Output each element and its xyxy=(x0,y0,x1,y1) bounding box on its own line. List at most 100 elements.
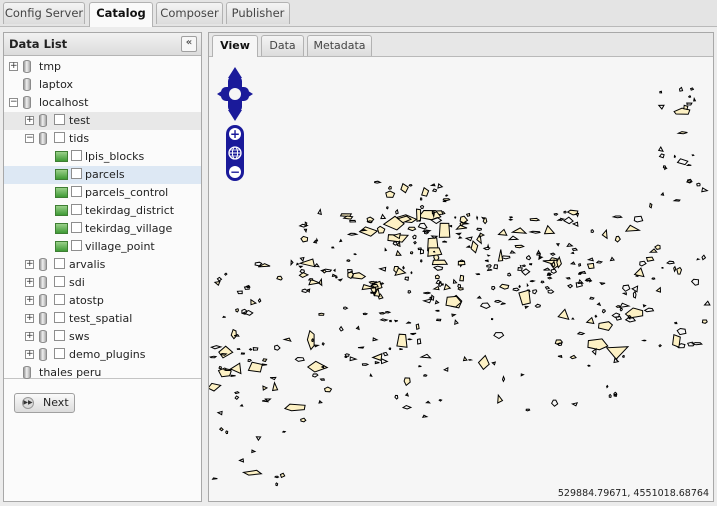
tree-item-localhost[interactable]: − localhost xyxy=(4,94,201,112)
parcel-polygon xyxy=(389,319,392,323)
tree-item-sdi[interactable]: + sdi xyxy=(4,274,201,292)
tree-item-parcels[interactable]: parcels xyxy=(4,166,201,184)
parcel-polygon xyxy=(569,261,576,265)
parcel-polygon xyxy=(577,272,583,275)
parcel-polygon xyxy=(333,268,336,273)
expand-icon[interactable]: + xyxy=(25,278,34,287)
double-chevron-left-icon[interactable]: « xyxy=(181,36,197,52)
parcel-polygon xyxy=(497,393,504,404)
expand-icon[interactable]: + xyxy=(25,296,34,305)
tab-metadata[interactable]: Metadata xyxy=(307,35,372,56)
collapse-icon[interactable]: − xyxy=(25,134,34,143)
data-list-panel: Data List « + tmp laptox − localhost + test − ti… xyxy=(3,32,202,502)
tree-item-tids[interactable]: − tids xyxy=(4,130,201,148)
layer-checkbox[interactable] xyxy=(54,132,65,143)
parcel-polygon xyxy=(419,353,432,359)
tree-item-village-point[interactable]: village_point xyxy=(4,238,201,256)
tree-item-test[interactable]: + test xyxy=(4,112,201,130)
layer-checkbox[interactable] xyxy=(71,186,82,197)
tree-item-label: laptox xyxy=(39,78,73,91)
expand-icon[interactable]: + xyxy=(25,350,34,359)
tree-item-label: sdi xyxy=(69,276,85,289)
tree-item-demo-plugins[interactable]: + demo_plugins xyxy=(4,346,201,364)
parcel-polygon xyxy=(431,259,449,266)
parcel-polygon xyxy=(209,345,223,350)
map-panel: View Data Metadata + − 529884.79671, 455… xyxy=(208,32,714,502)
parcel-polygon xyxy=(563,210,567,214)
parcel-polygon xyxy=(476,215,479,221)
tree-item-sws[interactable]: + sws xyxy=(4,328,201,346)
tree-item-tmp[interactable]: + tmp xyxy=(4,58,201,76)
tree-item-laptox[interactable]: laptox xyxy=(4,76,201,94)
layer-checkbox[interactable] xyxy=(54,348,65,359)
parcel-polygon xyxy=(486,254,491,257)
parcel-polygon xyxy=(251,449,257,454)
tree-item-tekirdag-village[interactable]: tekirdag_village xyxy=(4,220,201,238)
expand-icon[interactable]: + xyxy=(9,62,18,71)
parcel-polygon xyxy=(457,260,466,266)
tree-item-lpis-blocks[interactable]: lpis_blocks xyxy=(4,148,201,166)
parcel-polygon xyxy=(565,276,571,280)
parcel-polygon xyxy=(594,314,598,318)
layer-checkbox[interactable] xyxy=(54,276,65,287)
parcel-polygon xyxy=(614,315,623,321)
parcel-polygon xyxy=(661,267,664,269)
tree-item-arvalis[interactable]: + arvalis xyxy=(4,256,201,274)
map-viewport[interactable]: + − 529884.79671, 4551018.68764 xyxy=(209,57,713,501)
next-button[interactable]: ▶▶ Next xyxy=(14,393,75,413)
tree-item-atostp[interactable]: + atostp xyxy=(4,292,201,310)
parcel-polygon xyxy=(371,352,383,362)
parcel-polygon xyxy=(429,183,436,187)
collapse-icon[interactable]: − xyxy=(9,98,18,107)
tree-item-thales-peru[interactable]: thales peru xyxy=(4,364,201,382)
parcel-polygon xyxy=(317,208,322,216)
parcel-polygon xyxy=(703,300,711,306)
layer-checkbox[interactable] xyxy=(71,168,82,179)
expand-icon[interactable]: + xyxy=(25,260,34,269)
tab-data[interactable]: Data xyxy=(261,35,304,56)
parcel-polygon xyxy=(621,292,627,296)
tree-item-test-spatial[interactable]: + test_spatial xyxy=(4,310,201,328)
layer-checkbox[interactable] xyxy=(71,222,82,233)
tab-publisher[interactable]: Publisher xyxy=(226,2,290,24)
data-list-header: Data List « xyxy=(4,33,201,56)
parcel-polygon xyxy=(555,243,560,247)
parcel-polygon xyxy=(622,354,625,358)
layer-checkbox[interactable] xyxy=(54,330,65,341)
layer-checkbox[interactable] xyxy=(54,294,65,305)
expand-icon[interactable]: + xyxy=(25,332,34,341)
layer-checkbox[interactable] xyxy=(71,204,82,215)
layer-checkbox[interactable] xyxy=(71,240,82,251)
database-icon xyxy=(39,258,47,271)
tree-item-tekirdag-district[interactable]: tekirdag_district xyxy=(4,202,201,220)
tab-config-server[interactable]: Config Server xyxy=(3,2,85,24)
layer-checkbox[interactable] xyxy=(54,114,65,125)
parcel-polygon xyxy=(234,391,240,395)
layer-checkbox[interactable] xyxy=(54,258,65,269)
parcel-polygon xyxy=(394,394,399,400)
parcel-polygon xyxy=(479,232,486,238)
zoom-out-label: − xyxy=(230,165,240,179)
parcel-polygon xyxy=(357,346,365,349)
parcel-polygon xyxy=(491,361,497,366)
expand-icon[interactable]: + xyxy=(25,314,34,323)
parcel-polygon xyxy=(550,268,558,274)
tab-catalog[interactable]: Catalog xyxy=(89,2,153,27)
next-button-label: Next xyxy=(43,396,69,409)
layer-checkbox[interactable] xyxy=(54,312,65,323)
zoom-out-button[interactable]: − xyxy=(229,165,241,179)
parcel-polygon xyxy=(294,356,305,362)
layer-checkbox[interactable] xyxy=(71,150,82,161)
tree-item-parcels-control[interactable]: parcels_control xyxy=(4,184,201,202)
pan-control[interactable] xyxy=(216,66,254,122)
parcels-map-layer[interactable] xyxy=(209,57,713,501)
pan-arrows-icon[interactable] xyxy=(217,67,253,121)
tab-composer[interactable]: Composer xyxy=(156,2,223,24)
parcel-polygon xyxy=(425,400,431,404)
tab-view[interactable]: View xyxy=(212,35,258,57)
expand-icon[interactable]: + xyxy=(25,116,34,125)
parcel-polygon xyxy=(416,338,422,345)
zoom-in-button[interactable]: + xyxy=(229,127,241,141)
parcel-polygon xyxy=(500,302,506,306)
parcel-polygon xyxy=(601,309,607,314)
